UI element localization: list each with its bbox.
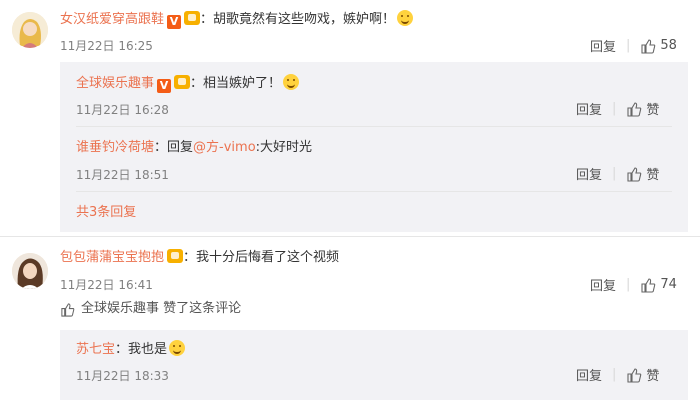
- username-link[interactable]: 女汉纸爱穿高跟鞋: [60, 12, 164, 27]
- vip-badge-icon: [167, 249, 184, 263]
- reply-body: :大好时光: [255, 140, 313, 155]
- reply-button[interactable]: 回复: [576, 99, 602, 118]
- reply-prefix: ：回复: [154, 140, 194, 155]
- like-count: 58: [660, 38, 677, 53]
- reply-body: ：我也是: [115, 342, 168, 357]
- like-button[interactable]: 58: [640, 38, 677, 54]
- comment-actions: 回复 | 58: [590, 36, 677, 55]
- reply-text: 苏七宝：我也是: [76, 340, 186, 359]
- like-count: 74: [660, 277, 677, 292]
- thumbs-up-icon: [61, 302, 75, 317]
- divider: |: [612, 166, 617, 181]
- divider: |: [626, 38, 631, 53]
- comment-time: 11月22日 16:25: [60, 39, 153, 53]
- reply-actions: 回复 | 赞: [576, 164, 659, 183]
- divider: |: [612, 367, 617, 382]
- comment-time: 11月22日 16:41: [60, 278, 153, 292]
- like-button[interactable]: 赞: [626, 365, 659, 384]
- reply-button[interactable]: 回复: [590, 275, 616, 294]
- like-label: 赞: [646, 103, 660, 118]
- liked-by-text: 全球娱乐趣事 赞了这条评论: [81, 301, 242, 316]
- more-replies-link[interactable]: 共3条回复: [76, 204, 136, 222]
- comment-body: ：胡歌竟然有这些吻戏，嫉妒啊！: [200, 12, 396, 27]
- username-link[interactable]: 全球娱乐趣事: [76, 76, 154, 91]
- reply-actions: 回复 | 赞: [576, 99, 659, 118]
- reply-text: 谁垂钓冷荷塘：回复@方-vimo:大好时光: [76, 139, 312, 157]
- reply-body: ：相当嫉妒了！: [190, 76, 282, 91]
- crying-laugh-emoji-icon: [169, 340, 186, 356]
- thumbs-up-icon: [627, 166, 642, 182]
- reply-button[interactable]: 回复: [590, 36, 616, 55]
- v-badge-icon: V: [157, 79, 172, 93]
- like-button[interactable]: 赞: [626, 164, 659, 183]
- vip-badge-icon: [174, 75, 191, 89]
- divider: |: [612, 101, 617, 116]
- avatar[interactable]: [12, 12, 48, 48]
- reply-time: 11月22日 18:33: [76, 369, 169, 383]
- like-label: 赞: [646, 369, 660, 384]
- reply-button[interactable]: 回复: [576, 365, 602, 384]
- like-button[interactable]: 赞: [626, 99, 659, 118]
- like-button[interactable]: 74: [640, 277, 677, 293]
- divider: [76, 191, 672, 192]
- smile-emoji-icon: [397, 10, 414, 26]
- comment-text: 包包蒲蒲宝宝抱抱 ：我十分后悔看了这个视频: [60, 249, 339, 267]
- like-label: 赞: [646, 168, 660, 183]
- thumbs-up-icon: [627, 367, 642, 383]
- v-badge-icon: V: [167, 15, 182, 29]
- vip-badge-icon: [184, 11, 201, 25]
- divider: [76, 126, 672, 127]
- liked-by-row: 全球娱乐趣事 赞了这条评论: [60, 300, 241, 318]
- reply-panel: 苏七宝：我也是 11月22日 18:33 回复 | 赞: [60, 330, 688, 400]
- reply-time: 11月22日 16:28: [76, 103, 169, 117]
- avatar[interactable]: [12, 253, 48, 289]
- reply-panel: 全球娱乐趣事 V ：相当嫉妒了！ 11月22日 16:28 回复 | 赞 谁垂钓冷荷…: [60, 62, 688, 232]
- reply-text: 全球娱乐趣事 V ：相当嫉妒了！: [76, 74, 300, 93]
- username-link[interactable]: 苏七宝: [76, 342, 115, 357]
- reply-button[interactable]: 回复: [576, 164, 602, 183]
- divider: [0, 236, 700, 237]
- comment-text: 女汉纸爱穿高跟鞋 V ：胡歌竟然有这些吻戏，嫉妒啊！: [60, 10, 414, 29]
- mention-link[interactable]: @方-vimo: [193, 140, 256, 155]
- username-link[interactable]: 包包蒲蒲宝宝抱抱: [60, 250, 164, 265]
- thumbs-up-icon: [641, 38, 656, 54]
- divider: |: [626, 277, 631, 292]
- thumbs-up-icon: [627, 101, 642, 117]
- reply-actions: 回复 | 赞: [576, 365, 659, 384]
- comment-actions: 回复 | 74: [590, 275, 677, 294]
- reply-time: 11月22日 18:51: [76, 168, 169, 182]
- thumbs-up-icon: [641, 277, 656, 293]
- comment-body: ：我十分后悔看了这个视频: [183, 250, 340, 265]
- laughing-emoji-icon: [283, 74, 300, 90]
- username-link[interactable]: 谁垂钓冷荷塘: [76, 140, 154, 155]
